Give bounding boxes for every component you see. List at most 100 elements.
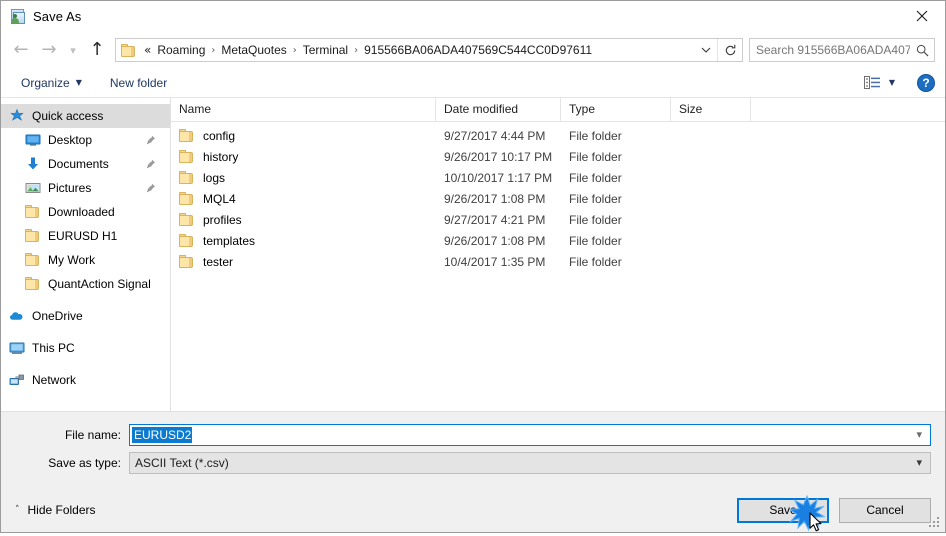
cancel-button[interactable]: Cancel [839, 497, 931, 523]
sidebar-item-documents[interactable]: Documents [1, 152, 170, 176]
table-row[interactable]: templates 9/26/2017 1:08 PM File folder [171, 230, 945, 251]
file-name: history [203, 149, 239, 164]
sidebar-item-pictures[interactable]: Pictures [1, 176, 170, 200]
file-date-modified: 10/4/2017 1:35 PM [444, 254, 546, 269]
column-header-date-modified[interactable]: Date modified [436, 98, 561, 121]
help-button[interactable]: ? [917, 73, 935, 92]
file-list: Name Date modified Type Size ˄ config 9/… [171, 98, 945, 411]
breadcrumb-item-roaming[interactable]: Roaming [153, 41, 209, 59]
network-icon [9, 372, 25, 388]
chevron-down-icon [701, 47, 711, 53]
search-button[interactable] [910, 44, 934, 57]
sidebar-item-label: Pictures [48, 181, 92, 195]
file-rows: config 9/27/2017 4:44 PM File folder his… [171, 122, 945, 411]
file-type: File folder [569, 254, 622, 269]
address-dropdown-button[interactable] [695, 39, 717, 61]
pictures-icon [25, 180, 41, 196]
resize-grip[interactable] [928, 516, 941, 529]
pin-icon[interactable] [146, 134, 156, 148]
up-button[interactable]: ↑ [83, 36, 111, 64]
chevron-up-icon: ˄ [15, 505, 20, 515]
column-header-size[interactable]: Size [671, 98, 751, 121]
search-input[interactable]: Search 915566BA06ADA40756... [750, 43, 910, 57]
window-title: Save As [33, 9, 82, 24]
chevron-down-icon: ▼ [75, 78, 82, 87]
column-header-type[interactable]: Type [561, 98, 671, 121]
file-type: File folder [569, 149, 622, 164]
mouse-cursor-icon [809, 511, 823, 532]
breadcrumb-overflow[interactable]: « [142, 43, 153, 57]
forward-button[interactable]: → [35, 36, 63, 64]
sidebar-item-quantaction-signal[interactable]: QuantAction Signal [1, 272, 170, 296]
new-folder-button[interactable]: New folder [104, 73, 173, 93]
folder-icon [25, 252, 41, 268]
sidebar-item-label: EURUSD H1 [48, 229, 118, 243]
file-date-modified: 10/10/2017 1:17 PM [444, 170, 553, 185]
sidebar-item-onedrive[interactable]: OneDrive [1, 304, 170, 328]
folder-icon [179, 233, 195, 249]
table-row[interactable]: profiles 9/27/2017 4:21 PM File folder [171, 209, 945, 230]
breadcrumb-item-metaquotes[interactable]: MetaQuotes [217, 41, 290, 59]
table-row[interactable]: history 9/26/2017 10:17 PM File folder [171, 146, 945, 167]
column-header-name[interactable]: Name [171, 98, 436, 121]
file-name: tester [203, 254, 234, 269]
search-box[interactable]: Search 915566BA06ADA40756... [749, 38, 935, 62]
sidebar-item-label: Network [32, 373, 77, 387]
view-layout-icon [863, 76, 880, 89]
file-date-modified: 9/26/2017 1:08 PM [444, 191, 546, 206]
file-name: templates [203, 233, 256, 248]
filename-input[interactable]: EURUSD2 ▾ [129, 424, 931, 446]
sidebar-item-network[interactable]: Network [1, 368, 170, 392]
sidebar-item-this-pc[interactable]: This PC [1, 336, 170, 360]
file-type: File folder [569, 233, 622, 248]
breadcrumb-separator[interactable]: › [352, 45, 360, 56]
sidebar-item-my-work[interactable]: My Work [1, 248, 170, 272]
change-view-button[interactable]: ▼ [860, 73, 899, 92]
chevron-down-icon[interactable]: ▾ [916, 456, 922, 469]
close-button[interactable] [899, 1, 945, 31]
cloud-icon [9, 308, 25, 324]
hide-folders-button[interactable]: ˄ Hide Folders [15, 503, 96, 517]
sidebar-item-quick-access[interactable]: Quick access [1, 104, 170, 128]
breadcrumb-item-guid[interactable]: 915566BA06ADA407569C544CC0D97611 [360, 41, 596, 59]
pin-icon[interactable] [146, 182, 156, 196]
breadcrumb-item-terminal[interactable]: Terminal [299, 41, 352, 59]
sidebar-item-label: My Work [48, 253, 96, 267]
table-row[interactable]: MQL4 9/26/2017 1:08 PM File folder [171, 188, 945, 209]
address-bar[interactable]: « Roaming › MetaQuotes › Terminal › 9155… [115, 38, 743, 62]
file-name: config [203, 128, 236, 143]
file-date-modified: 9/26/2017 1:08 PM [444, 233, 546, 248]
sidebar-item-desktop[interactable]: Desktop [1, 128, 170, 152]
refresh-button[interactable] [717, 39, 742, 61]
back-button[interactable]: ← [7, 36, 35, 64]
breadcrumb-separator[interactable]: › [291, 45, 299, 56]
pin-icon[interactable] [146, 158, 156, 172]
sidebar-item-eurusd-h1[interactable]: EURUSD H1 [1, 224, 170, 248]
table-row[interactable]: logs 10/10/2017 1:17 PM File folder [171, 167, 945, 188]
file-name: MQL4 [203, 191, 236, 206]
file-type: File folder [569, 212, 622, 227]
folder-icon [179, 128, 195, 144]
chevron-down-icon: ▼ [888, 78, 895, 87]
table-row[interactable]: config 9/27/2017 4:44 PM File folder [171, 125, 945, 146]
navigation-pane: Quick access Desktop Documents Pictures … [1, 98, 171, 411]
folder-icon [25, 276, 41, 292]
sidebar-item-label: This PC [32, 341, 75, 355]
hide-folders-label: Hide Folders [27, 503, 96, 517]
breadcrumb: « Roaming › MetaQuotes › Terminal › 9155… [142, 41, 695, 59]
organize-button[interactable]: Organize ▼ [15, 73, 88, 93]
filetype-select[interactable]: ASCII Text (*.csv) ▾ [129, 452, 931, 474]
search-icon [916, 44, 928, 56]
file-type: File folder [569, 170, 622, 185]
table-row[interactable]: tester 10/4/2017 1:35 PM File folder [171, 251, 945, 272]
sidebar-item-label: Quick access [32, 109, 104, 123]
chevron-down-icon: ▾ [70, 43, 76, 57]
sidebar-item-downloaded[interactable]: Downloaded [1, 200, 170, 224]
chevron-down-icon[interactable]: ▾ [916, 428, 922, 441]
title-bar: Save As [1, 1, 945, 32]
breadcrumb-separator[interactable]: › [209, 45, 217, 56]
save-button[interactable]: Save [737, 494, 829, 532]
recent-locations-button[interactable]: ▾ [63, 36, 83, 64]
